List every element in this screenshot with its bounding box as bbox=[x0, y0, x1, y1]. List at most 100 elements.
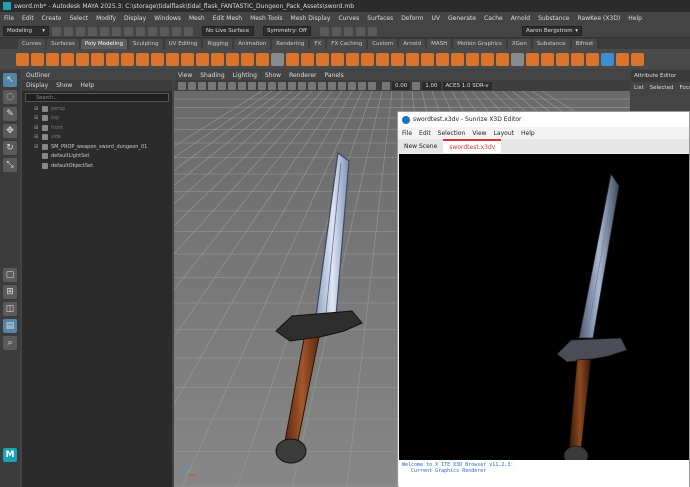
shelf-tab-mash[interactable]: MASH bbox=[427, 38, 452, 49]
gamma-field[interactable]: 1.00 bbox=[422, 81, 441, 90]
outliner-menu-show[interactable]: Show bbox=[56, 82, 72, 89]
shelf-tool-icon[interactable] bbox=[106, 52, 119, 66]
shelf-tool-icon[interactable] bbox=[91, 52, 104, 66]
shelf-tab-fx[interactable]: FX bbox=[310, 38, 326, 49]
menu-help[interactable]: Help bbox=[628, 15, 642, 22]
shelf-tool-icon[interactable] bbox=[61, 52, 74, 66]
rotate-tool-icon[interactable]: ↻ bbox=[3, 141, 17, 155]
shelf-tool-icon[interactable] bbox=[406, 52, 419, 66]
sunrize-menu-edit[interactable]: Edit bbox=[419, 130, 431, 137]
shelf-tab-arnold[interactable]: Arnold bbox=[399, 38, 426, 49]
xray-icon[interactable] bbox=[358, 81, 366, 90]
snap-grid-icon[interactable] bbox=[148, 26, 157, 36]
redo-icon[interactable] bbox=[100, 26, 109, 36]
shelf-tool-icon[interactable] bbox=[256, 52, 269, 66]
shelf-tool-icon[interactable] bbox=[136, 52, 149, 66]
live-surface-dropdown[interactable]: No Live Surface bbox=[202, 26, 254, 36]
viewport-menu-shading[interactable]: Shading bbox=[200, 72, 224, 79]
shelf-tool-icon[interactable] bbox=[511, 52, 524, 66]
shelf-tab-uv-editing[interactable]: UV Editing bbox=[164, 38, 202, 49]
outliner-item[interactable]: ⊞ SM_PROP_weapon_sword_dungeon_01 bbox=[22, 142, 172, 152]
user-account-dropdown[interactable]: Aaron Bergstrom ▾ bbox=[522, 26, 582, 36]
snap-view-icon[interactable] bbox=[184, 26, 193, 36]
shelf-tool-icon[interactable] bbox=[181, 52, 194, 66]
shelf-tool-icon[interactable] bbox=[16, 52, 29, 66]
shelf-tool-icon[interactable] bbox=[196, 52, 209, 66]
bookmark-icon[interactable] bbox=[198, 81, 206, 90]
symmetry-dropdown[interactable]: Symmetry: Off bbox=[263, 26, 311, 36]
select-hierarchy-icon[interactable] bbox=[112, 26, 121, 36]
sunrize-menu-file[interactable]: File bbox=[402, 130, 412, 137]
exposure-icon[interactable] bbox=[382, 81, 390, 90]
shelf-tool-icon[interactable] bbox=[526, 52, 539, 66]
menu-mesh-tools[interactable]: Mesh Tools bbox=[250, 15, 282, 22]
expand-icon[interactable]: ⊞ bbox=[34, 125, 39, 131]
expand-icon[interactable]: ⊞ bbox=[34, 106, 39, 112]
sunrize-tab-new-scene[interactable]: New Scene bbox=[398, 139, 443, 153]
shelf-tool-icon[interactable] bbox=[496, 52, 509, 66]
menu-edit[interactable]: Edit bbox=[22, 15, 34, 22]
outliner-item[interactable]: defaultLightSet bbox=[22, 152, 172, 162]
viewport-menu-lighting[interactable]: Lighting bbox=[233, 72, 257, 79]
smooth-shade-icon[interactable] bbox=[288, 81, 296, 90]
shelf-tool-icon[interactable] bbox=[586, 52, 599, 66]
shelf-tab-poly-modeling[interactable]: Poly Modeling bbox=[80, 38, 127, 49]
shelf-tab-fx-caching[interactable]: FX Caching bbox=[327, 38, 367, 49]
shelf-tool-icon[interactable] bbox=[631, 52, 644, 66]
shelf-tab-motion-graphics[interactable]: Motion Graphics bbox=[453, 38, 506, 49]
color-space-dropdown[interactable]: ACES 1.0 SDR-v bbox=[442, 81, 492, 90]
shelf-tool-icon[interactable] bbox=[31, 52, 44, 66]
shelf-tool-icon[interactable] bbox=[391, 52, 404, 66]
shelf-tool-icon[interactable] bbox=[211, 52, 224, 66]
film-gate-icon[interactable] bbox=[228, 81, 236, 90]
save-scene-icon[interactable] bbox=[76, 26, 85, 36]
menu-substance[interactable]: Substance bbox=[538, 15, 569, 22]
menu-uv[interactable]: UV bbox=[432, 15, 441, 22]
shelf-tab-rigging[interactable]: Rigging bbox=[203, 38, 233, 49]
shelf-tool-icon[interactable] bbox=[76, 52, 89, 66]
select-tool-icon[interactable]: ↖ bbox=[3, 73, 17, 87]
camera-icon[interactable] bbox=[178, 81, 186, 90]
shelf-tool-icon[interactable] bbox=[616, 52, 629, 66]
outliner-item[interactable]: defaultObjectSet bbox=[22, 161, 172, 171]
single-layout-icon[interactable]: ▢ bbox=[3, 268, 17, 282]
shelf-tool-icon[interactable] bbox=[121, 52, 134, 66]
menu-rawkee-x3d[interactable]: RawKee (X3D) bbox=[578, 15, 621, 22]
expand-icon[interactable]: ⊞ bbox=[34, 134, 39, 140]
gamma-icon[interactable] bbox=[412, 81, 421, 90]
snap-curve-icon[interactable] bbox=[160, 26, 169, 36]
viewport-menu-view[interactable]: View bbox=[178, 72, 192, 79]
shelf-tool-icon[interactable] bbox=[226, 52, 239, 66]
shelf-tool-icon[interactable] bbox=[541, 52, 554, 66]
shelf-tool-icon[interactable] bbox=[571, 52, 584, 66]
lasso-tool-icon[interactable]: ◌ bbox=[3, 90, 17, 104]
attr-menu-selected[interactable]: Selected bbox=[650, 85, 674, 91]
menu-deform[interactable]: Deform bbox=[401, 15, 423, 22]
menu-generate[interactable]: Generate bbox=[448, 15, 476, 22]
sunrize-menu-help[interactable]: Help bbox=[521, 130, 535, 137]
sunrize-menu-layout[interactable]: Layout bbox=[494, 130, 514, 137]
menu-create[interactable]: Create bbox=[42, 15, 62, 22]
shelf-tab-rendering[interactable]: Rendering bbox=[272, 38, 309, 49]
move-tool-icon[interactable]: ✥ bbox=[3, 124, 17, 138]
grid-icon[interactable] bbox=[218, 81, 226, 90]
expand-icon[interactable]: ⊞ bbox=[34, 144, 39, 150]
paint-select-icon[interactable]: ✎ bbox=[3, 107, 17, 121]
select-object-icon[interactable] bbox=[124, 26, 133, 36]
menu-cache[interactable]: Cache bbox=[484, 15, 503, 22]
shelf-tool-icon[interactable] bbox=[301, 52, 314, 66]
render-settings-icon[interactable] bbox=[344, 26, 353, 36]
textured-icon[interactable] bbox=[298, 81, 306, 90]
outliner-item[interactable]: ⊞ side bbox=[22, 133, 172, 143]
shelf-tool-icon[interactable] bbox=[601, 52, 614, 66]
shelf-tool-icon[interactable] bbox=[46, 52, 59, 66]
menu-windows[interactable]: Windows bbox=[154, 15, 181, 22]
menu-mesh[interactable]: Mesh bbox=[189, 15, 205, 22]
shelf-tab-surfaces[interactable]: Surfaces bbox=[47, 38, 79, 49]
xray-joints-icon[interactable] bbox=[368, 81, 376, 90]
menu-modify[interactable]: Modify bbox=[96, 15, 116, 22]
shelf-tool-icon[interactable] bbox=[166, 52, 179, 66]
shelf-tool-icon[interactable] bbox=[346, 52, 359, 66]
workspace-mode-dropdown[interactable]: Modeling ▾ bbox=[3, 26, 49, 36]
menu-mesh-display[interactable]: Mesh Display bbox=[291, 15, 331, 22]
